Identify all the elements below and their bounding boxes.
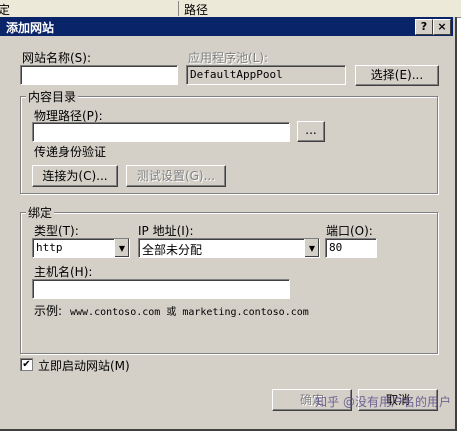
- add-website-dialog: 添加网站 ? × 网站名称(S): 应用程序池(L): DefaultAppPo…: [0, 17, 457, 431]
- ip-address-label: IP 地址(I):: [138, 224, 194, 238]
- port-label: 端口(O):: [326, 224, 373, 238]
- content-directory-legend: 内容目录: [26, 88, 79, 105]
- site-name-label: 网站名称(S):: [22, 51, 92, 65]
- test-settings-button[interactable]: 测试设置(G)...: [126, 165, 226, 187]
- connect-as-button[interactable]: 连接为(C)...: [32, 165, 118, 187]
- example-prefix: 示例:: [34, 304, 63, 318]
- example-text: www.contoso.com 或 marketing.contoso.com: [70, 307, 309, 318]
- dialog-titlebar[interactable]: 添加网站 ? ×: [0, 17, 453, 36]
- select-app-pool-button[interactable]: 选择(E)...: [355, 65, 439, 86]
- dialog-title: 添加网站: [6, 21, 55, 35]
- chevron-down-icon[interactable]: ▼: [304, 239, 319, 257]
- start-site-label: 立即启动网站(M): [38, 359, 130, 373]
- help-button[interactable]: ?: [415, 19, 433, 35]
- pass-through-auth-label: 传递身份验证: [34, 145, 107, 159]
- app-pool-field: DefaultAppPool: [186, 65, 346, 85]
- chevron-down-icon[interactable]: ▼: [114, 239, 129, 257]
- binding-legend: 绑定: [26, 204, 55, 221]
- port-input[interactable]: 80: [325, 238, 377, 258]
- host-name-label: 主机名(H):: [34, 265, 93, 279]
- ip-address-select[interactable]: 全部未分配 ▼: [138, 238, 320, 258]
- close-button[interactable]: ×: [433, 19, 451, 35]
- background-column-header-1[interactable]: 定: [0, 1, 179, 17]
- watermark-text: 知乎 @没有用户名的用户: [315, 395, 451, 409]
- check-icon: ✔: [22, 359, 31, 370]
- site-name-input[interactable]: [20, 65, 178, 85]
- background-list-header: 定 路径: [0, 0, 461, 18]
- start-site-checkbox[interactable]: ✔: [20, 358, 33, 371]
- browse-path-button[interactable]: ...: [297, 121, 325, 142]
- app-pool-label: 应用程序池(L):: [188, 51, 269, 65]
- background-column-header-path[interactable]: 路径: [184, 1, 208, 18]
- type-label: 类型(T):: [34, 224, 79, 238]
- physical-path-input[interactable]: [32, 122, 290, 142]
- type-select[interactable]: http ▼: [32, 238, 130, 258]
- host-name-input[interactable]: [32, 279, 290, 299]
